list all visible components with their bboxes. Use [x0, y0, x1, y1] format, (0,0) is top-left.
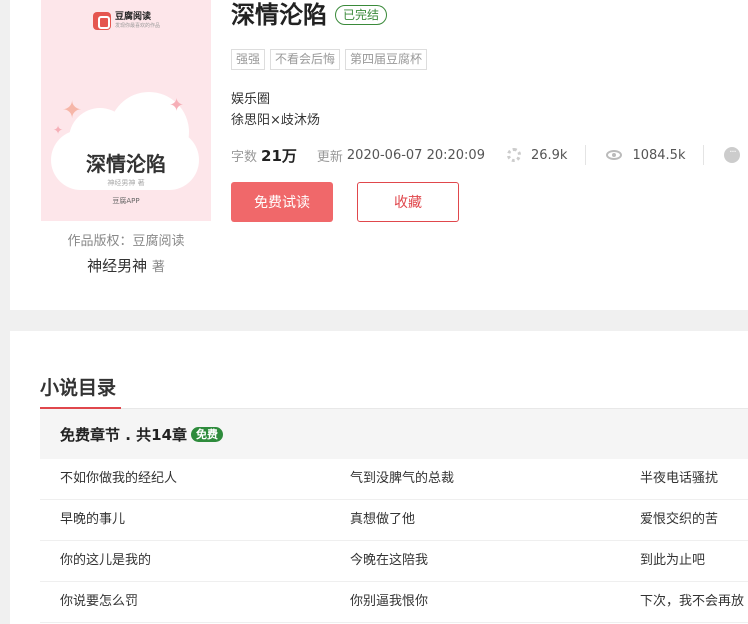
eye-icon: [606, 150, 623, 160]
free-chapters-header: 免费章节 . 共14章 免费: [40, 409, 748, 459]
cover-app-label: 豆腐APP: [112, 197, 140, 205]
chapter-list: 不如你做我的经纪人 气到没脾气的总裁 半夜电话骚扰 早晚的事儿 真想做了他 爱恨…: [40, 459, 748, 623]
likes-count: 26.9k: [530, 147, 568, 163]
tag[interactable]: 第四届豆腐杯: [345, 49, 428, 70]
chapter-link[interactable]: 到此为止吧: [640, 541, 748, 581]
author-name-link[interactable]: 神经男神: [87, 257, 147, 275]
chapter-link[interactable]: 今晚在这陪我: [350, 541, 620, 581]
doufu-logo-icon: [93, 12, 111, 30]
status-badge: 已完结: [335, 5, 388, 25]
free-chapters-title: 免费章节 . 共14章: [60, 425, 188, 444]
chapter-link[interactable]: 真想做了他: [350, 500, 620, 540]
tag-list: 强强 不看会后悔 第四届豆腐杯: [231, 49, 428, 70]
chapter-row: 早晚的事儿 真想做了他 爱恨交织的苦: [40, 500, 748, 541]
genre-text: 娱乐圈: [231, 92, 271, 107]
divider: [703, 145, 705, 165]
stats-bar: 字数 21万 更新 2020-06-07 20:20:09 26.9k 1084…: [231, 145, 741, 165]
sparkle-icon: ✦: [62, 96, 83, 124]
free-read-button[interactable]: 免费试读: [231, 182, 333, 222]
catalog-title: 小说目录: [40, 377, 117, 399]
chapter-row: 你说要怎么罚 你别逼我恨你 下次，我不会再放: [40, 582, 748, 623]
author-line: 神经男神 著: [41, 255, 211, 276]
chapter-link[interactable]: 爱恨交织的苦: [640, 500, 748, 540]
updated-value: 2020-06-07 20:20:09: [346, 147, 485, 163]
cover-author: 神经男神 著: [107, 179, 145, 187]
views-count: 1084.5k: [632, 147, 686, 163]
cover-logo-name: 豆腐阅读: [115, 12, 152, 22]
chapter-row: 你的这儿是我的 今晚在这陪我 到此为止吧: [40, 541, 748, 582]
book-title: 深情沦陷: [231, 1, 327, 29]
tag[interactable]: 不看会后悔: [270, 49, 341, 70]
sparkle-icon: ✦: [169, 95, 185, 116]
tag[interactable]: 强强: [231, 49, 266, 70]
chapter-link[interactable]: 早晚的事儿: [60, 500, 330, 540]
favorite-button[interactable]: 收藏: [357, 182, 459, 222]
book-info-card: 豆腐阅读 发现你最喜欢的作品 ✦ ✦ ✦ 深情沦陷 神经男神 著 豆腐APP 作…: [10, 0, 748, 310]
title-row: 深情沦陷 已完结: [231, 0, 388, 30]
cp-text: 徐思阳×歧沐炀: [231, 113, 320, 128]
chapter-link[interactable]: 半夜电话骚扰: [640, 459, 748, 499]
cover-logo: 豆腐阅读 发现你最喜欢的作品: [93, 12, 160, 30]
sparkle-icon: ✦: [53, 123, 64, 137]
chapter-link[interactable]: 气到没脾气的总裁: [350, 459, 620, 499]
chapter-link[interactable]: 不如你做我的经纪人: [60, 459, 330, 499]
flower-icon: [506, 148, 521, 162]
chapter-link[interactable]: 下次，我不会再放: [640, 582, 748, 622]
copyright-text: 作品版权：豆腐阅读: [67, 234, 185, 249]
ellipsis-circle-icon: ···: [724, 147, 741, 163]
divider: [585, 145, 587, 165]
free-badge: 免费: [191, 426, 224, 442]
chapter-link[interactable]: 你别逼我恨你: [350, 582, 620, 622]
cover-logo-sub: 发现你最喜欢的作品: [115, 23, 161, 29]
word-count-value: 21万: [261, 146, 297, 165]
catalog-card: 小说目录 免费章节 . 共14章 免费 不如你做我的经纪人 气到没脾气的总裁 半…: [10, 331, 748, 624]
chapter-row: 不如你做我的经纪人 气到没脾气的总裁 半夜电话骚扰: [40, 459, 748, 500]
word-count-label: 字数: [231, 149, 258, 165]
cover-title: 深情沦陷: [86, 152, 166, 176]
book-cover[interactable]: 豆腐阅读 发现你最喜欢的作品 ✦ ✦ ✦ 深情沦陷 神经男神 著 豆腐APP: [41, 0, 211, 221]
author-suffix: 著: [151, 260, 165, 275]
updated-label: 更新: [316, 149, 343, 165]
chapter-link[interactable]: 你的这儿是我的: [60, 541, 330, 581]
chapter-link[interactable]: 你说要怎么罚: [60, 582, 330, 622]
